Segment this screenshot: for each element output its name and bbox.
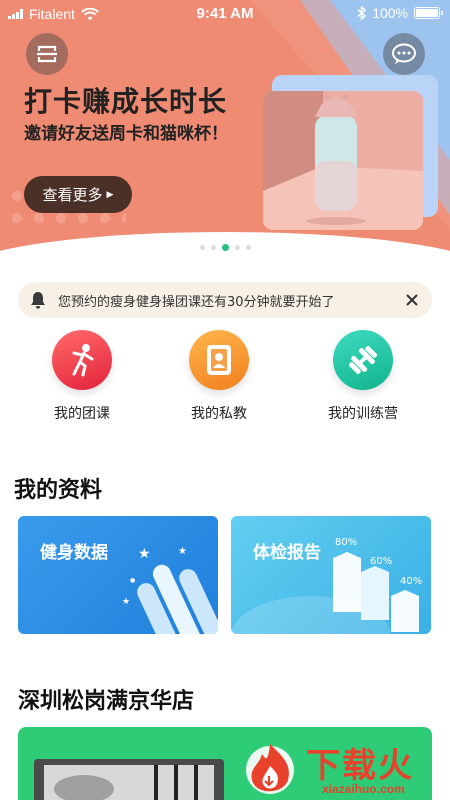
pager-dot — [234, 245, 240, 250]
quick-action-label: 我的训练营 — [328, 406, 398, 422]
caret-right-icon: ▶ — [106, 189, 114, 200]
pager-dot-active — [221, 244, 229, 251]
banner-subtitle: 邀请好友送周卡和猫咪杯！ — [24, 124, 228, 144]
cat-cup-photo — [263, 91, 423, 230]
card-title: 体检报告 — [253, 543, 321, 563]
chat-bubble-icon — [392, 43, 416, 64]
bar-label: 60% — [370, 556, 393, 567]
battery-percent: 100% — [372, 5, 408, 21]
status-bar: Fitalent 9:41 AM 100% — [0, 0, 450, 28]
my-group-class-button[interactable]: 我的团课 — [22, 330, 142, 423]
trainer-badge-icon — [189, 330, 249, 390]
store-photo — [34, 759, 224, 800]
banner-pager — [0, 244, 450, 251]
my-training-camp-button[interactable]: 我的训练营 — [303, 330, 423, 423]
notice-close-button[interactable] — [392, 294, 432, 306]
see-more-button[interactable]: 查看更多 ▶ — [24, 176, 132, 213]
bar-label: 80% — [335, 537, 358, 548]
battery-icon — [414, 7, 443, 19]
bluetooth-icon — [357, 6, 367, 20]
promo-banner[interactable]: Fitalent 9:41 AM 100% 打卡赚成长时长 邀请好友送周卡和猫咪… — [0, 0, 450, 280]
see-more-label: 查看更多 — [42, 186, 103, 204]
fitness-data-card[interactable]: ★ ★ ★ ● 健身数据 — [18, 516, 218, 634]
svg-text:★: ★ — [122, 597, 130, 607]
banner-title: 打卡赚成长时长 — [24, 85, 228, 118]
close-icon — [406, 294, 418, 306]
store-section-title: 深圳松岗满京华店 — [18, 689, 195, 714]
pager-dot — [245, 245, 251, 250]
quick-action-label: 我的团课 — [54, 406, 110, 422]
my-private-trainer-button[interactable]: 我的私教 — [159, 330, 279, 423]
download-watermark: 下载火 xiazaihuo.com — [238, 736, 448, 800]
svg-text:★: ★ — [138, 546, 151, 562]
svg-text:●: ● — [130, 577, 135, 584]
profile-section-title: 我的资料 — [14, 478, 103, 503]
bar-label: 40% — [400, 576, 423, 587]
flame-logo-icon — [246, 744, 294, 794]
fitness-graphic: ★ ★ ★ ● — [122, 546, 218, 634]
report-bars-graphic — [231, 552, 419, 634]
watermark-url: xiazaihuo.com — [322, 782, 405, 796]
dumbbell-icon — [333, 330, 393, 390]
health-report-card[interactable]: 80% 60% 40% 体检报告 — [231, 516, 431, 634]
notice-text: 您预约的瘦身健身操团课还有30分钟就要开始了 — [58, 294, 335, 310]
scan-button[interactable] — [26, 33, 68, 75]
message-button[interactable] — [383, 33, 425, 75]
card-title: 健身数据 — [40, 543, 108, 563]
pager-dot — [199, 245, 205, 250]
pager-dot — [210, 245, 216, 250]
hero-curve — [0, 232, 450, 280]
runner-icon — [52, 330, 112, 390]
watermark-text: 下载火 — [306, 746, 414, 786]
class-reminder-notice[interactable]: 您预约的瘦身健身操团课还有30分钟就要开始了 — [18, 282, 432, 318]
bell-icon — [31, 292, 45, 309]
scan-icon — [37, 45, 57, 63]
svg-text:★: ★ — [178, 546, 187, 557]
quick-action-label: 我的私教 — [191, 406, 247, 422]
